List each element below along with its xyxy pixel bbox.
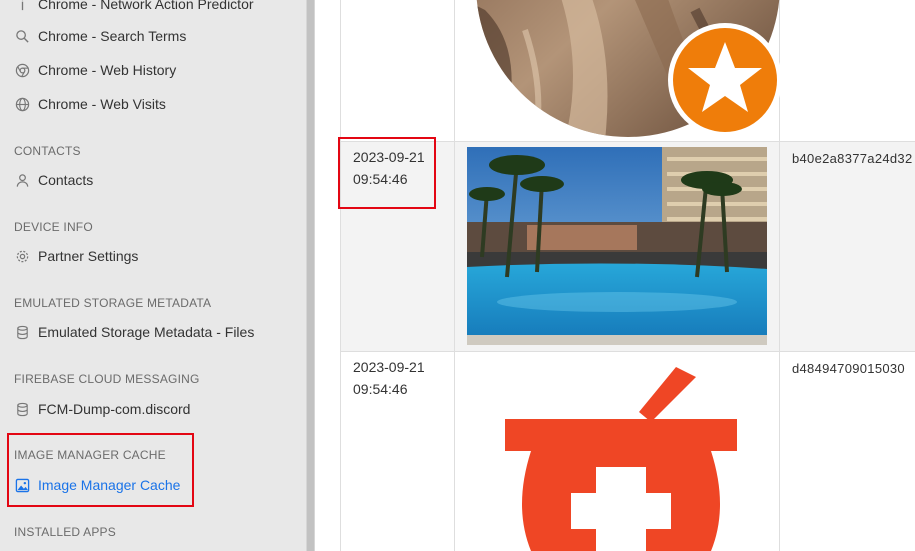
highlight-box-sidebar — [7, 433, 194, 507]
section-title-device-info: DEVICE INFO — [14, 220, 93, 234]
sidebar-item-web-history[interactable]: Chrome - Web History — [14, 58, 176, 82]
database-icon — [14, 401, 30, 417]
app-window: Chrome - Network Action Predictor Chrome… — [0, 0, 915, 551]
gear-icon — [14, 248, 30, 264]
table-row[interactable] — [341, 0, 915, 141]
sidebar-item-fcm-dump[interactable]: FCM-Dump-com.discord — [14, 397, 190, 421]
sidebar-item-partner-settings[interactable]: Partner Settings — [14, 244, 138, 268]
sidebar-item-label: Emulated Storage Metadata - Files — [38, 324, 255, 340]
section-title-contacts: CONTACTS — [14, 144, 81, 158]
sidebar-item-label: Partner Settings — [38, 248, 139, 264]
table-row[interactable]: 2023-09-21 09:54:46 d48494709015030 — [341, 352, 915, 551]
section-title-emulated-storage: EMULATED STORAGE METADATA — [14, 296, 212, 310]
search-icon — [14, 28, 30, 44]
globe-icon — [14, 96, 30, 112]
info-icon — [14, 0, 30, 12]
pool-photo-thumbnail — [467, 147, 767, 345]
date-text: 2023-09-21 — [353, 359, 425, 375]
sidebar-item-label: Chrome - Search Terms — [38, 28, 187, 44]
sidebar-scrollbar[interactable] — [306, 0, 315, 551]
sidebar-scrollbar-thumb[interactable] — [307, 0, 314, 551]
date-cell: 2023-09-21 09:54:46 — [353, 356, 425, 400]
chrome-icon — [14, 62, 30, 78]
sidebar-item-emulated-storage-files[interactable]: Emulated Storage Metadata - Files — [14, 320, 254, 344]
sidebar-item-label: Contacts — [38, 172, 94, 188]
database-icon — [14, 324, 30, 340]
section-title-installed-apps: INSTALLED APPS — [14, 525, 116, 539]
hash-cell: b40e2a8377a24d32 — [792, 151, 913, 166]
avatar-thumbnail — [476, 0, 782, 137]
section-title-firebase: FIREBASE CLOUD MESSAGING — [14, 372, 200, 386]
highlight-box-date — [338, 137, 436, 209]
hash-cell: d48494709015030 — [792, 361, 905, 376]
sidebar-item-label: Chrome - Web Visits — [38, 96, 166, 112]
sidebar-item-label: FCM-Dump-com.discord — [38, 401, 191, 417]
sidebar-item-label: Chrome - Network Action Predictor — [38, 0, 254, 12]
sidebar-item-web-visits[interactable]: Chrome - Web Visits — [14, 92, 166, 116]
sidebar-item-search-terms[interactable]: Chrome - Search Terms — [14, 24, 186, 48]
results-table: 2023-09-21 09:54:46 b40e2a8377a24d32 202… — [315, 0, 915, 551]
sidebar-item-contacts[interactable]: Contacts — [14, 168, 93, 192]
user-icon — [14, 172, 30, 188]
time-text: 09:54:46 — [353, 381, 408, 397]
sidebar: Chrome - Network Action Predictor Chrome… — [0, 0, 306, 551]
pharmacy-icon — [505, 367, 737, 551]
sidebar-item-network-action-predictor[interactable]: Chrome - Network Action Predictor — [14, 0, 254, 16]
sidebar-item-label: Chrome - Web History — [38, 62, 177, 78]
